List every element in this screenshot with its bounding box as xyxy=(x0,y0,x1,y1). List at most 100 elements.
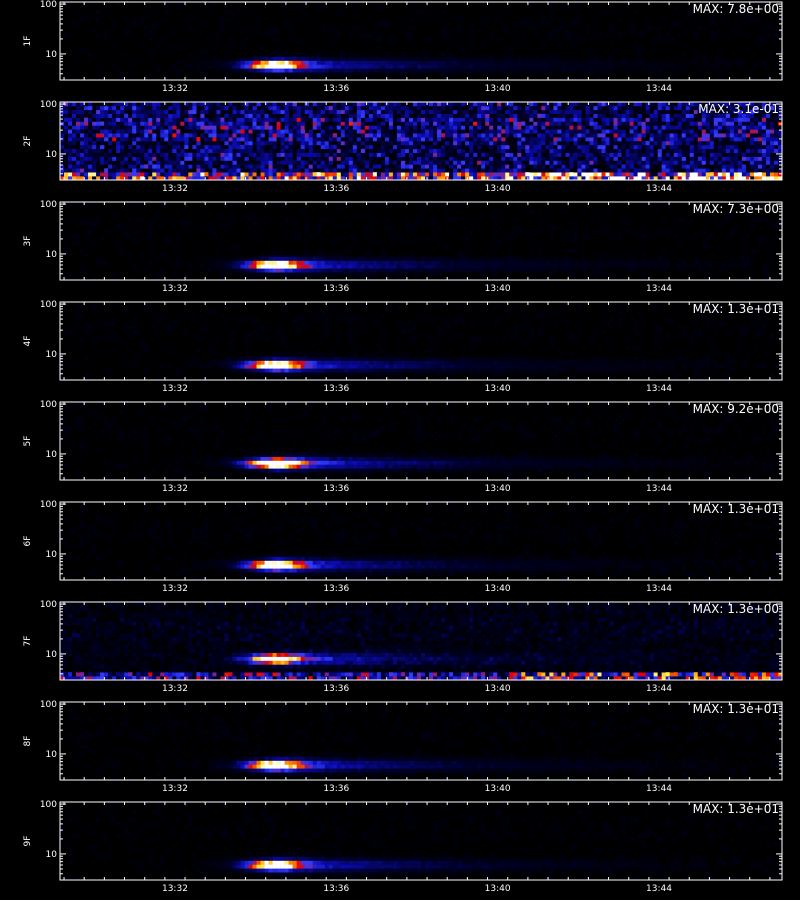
heatmap-cell xyxy=(437,41,442,46)
heatmap-cell xyxy=(144,113,149,118)
heatmap-cell xyxy=(449,72,454,77)
heatmap-cell xyxy=(485,109,490,114)
heatmap-cell xyxy=(264,172,269,177)
heatmap-cell xyxy=(641,129,646,134)
heatmap-cell xyxy=(741,133,747,138)
heatmap-cell xyxy=(384,156,390,161)
heatmap-cell xyxy=(216,41,221,46)
heatmap-cell xyxy=(156,156,161,161)
heatmap-cell xyxy=(517,160,522,165)
heatmap-cell xyxy=(220,152,225,157)
heatmap-cell xyxy=(200,144,205,150)
heatmap-cell xyxy=(725,160,731,165)
heatmap-cell xyxy=(232,168,237,173)
heatmap-cell xyxy=(525,17,530,22)
heatmap-cell xyxy=(412,137,418,142)
heatmap-cell xyxy=(469,164,474,169)
heatmap-cell xyxy=(545,56,550,61)
heatmap-cell xyxy=(300,152,305,157)
heatmap-cell xyxy=(653,41,658,46)
heatmap-cell xyxy=(425,64,430,69)
heatmap-cell xyxy=(312,156,318,161)
heatmap-cell xyxy=(605,121,610,126)
heatmap-cell xyxy=(232,102,237,107)
heatmap-cell xyxy=(589,129,594,134)
heatmap-cell xyxy=(336,121,342,126)
heatmap-cell xyxy=(112,164,117,169)
heatmap-cell xyxy=(773,172,779,177)
heatmap-cell xyxy=(653,156,658,161)
heatmap-cell xyxy=(248,117,253,122)
heatmap-cell xyxy=(477,121,482,126)
heatmap-cell xyxy=(412,141,418,146)
heatmap-cell xyxy=(421,144,426,150)
heatmap-cell xyxy=(272,168,277,173)
heatmap-cell xyxy=(769,172,775,177)
heatmap-cell xyxy=(204,60,209,65)
heatmap-cell xyxy=(509,156,514,161)
heatmap-cell xyxy=(108,133,113,138)
heatmap-cell xyxy=(160,125,165,130)
heatmap-cell xyxy=(124,141,129,146)
heatmap-cell xyxy=(621,109,626,114)
heatmap-cell xyxy=(469,56,474,61)
heatmap-cell xyxy=(545,172,550,177)
heatmap-cell xyxy=(657,133,662,138)
heatmap-cell xyxy=(88,113,93,118)
heatmap-cell xyxy=(176,172,181,177)
heatmap-cell xyxy=(288,133,293,138)
heatmap-cell xyxy=(268,64,273,69)
heatmap-cell xyxy=(477,144,482,150)
heatmap-cell xyxy=(501,37,506,42)
heatmap-cell xyxy=(136,148,141,153)
heatmap-cell xyxy=(749,25,755,30)
heatmap-cell xyxy=(473,102,478,107)
heatmap-cell xyxy=(501,117,506,122)
heatmap-cell xyxy=(677,137,683,142)
heatmap-cell xyxy=(477,113,482,118)
heatmap-cell xyxy=(304,60,309,65)
heatmap-cell xyxy=(304,152,309,157)
heatmap-cell xyxy=(721,156,727,161)
heatmap-cell xyxy=(128,29,133,34)
heatmap-cell xyxy=(673,102,679,107)
heatmap-cell xyxy=(208,121,213,126)
heatmap-cell xyxy=(108,148,113,153)
heatmap-cell xyxy=(168,172,173,177)
heatmap-cell xyxy=(104,133,109,138)
heatmap-cell xyxy=(493,160,498,165)
heatmap-cell xyxy=(92,125,97,130)
heatmap-cell xyxy=(509,60,514,65)
heatmap-cell xyxy=(425,13,430,18)
heatmap-cell xyxy=(665,113,670,118)
heatmap-cell xyxy=(372,64,378,69)
heatmap-cell xyxy=(761,37,767,42)
heatmap-cell xyxy=(404,168,410,173)
heatmap-cell xyxy=(577,148,582,153)
heatmap-cell xyxy=(609,64,614,69)
heatmap-cell xyxy=(328,37,334,42)
heatmap-cell xyxy=(769,133,775,138)
heatmap-cell xyxy=(204,113,209,118)
heatmap-cell xyxy=(497,37,502,42)
heatmap-cell xyxy=(224,125,229,130)
heatmap-cell xyxy=(132,17,137,22)
heatmap-cell xyxy=(188,113,193,118)
heatmap-cell xyxy=(477,29,482,34)
heatmap-cell xyxy=(272,105,277,111)
heatmap-cell xyxy=(408,72,414,77)
heatmap-cell xyxy=(300,56,305,61)
heatmap-cell xyxy=(437,152,442,157)
heatmap-cell xyxy=(360,113,366,118)
heatmap-cell xyxy=(713,168,719,173)
heatmap-cell xyxy=(360,168,366,173)
heatmap-cell xyxy=(533,56,538,61)
heatmap-cell xyxy=(232,133,237,138)
heatmap-cell xyxy=(68,156,73,161)
heatmap-cell xyxy=(148,244,153,250)
heatmap-cell xyxy=(701,121,707,126)
heatmap-cell xyxy=(320,141,326,146)
heatmap-cell xyxy=(569,109,574,114)
heatmap-cell xyxy=(192,117,197,122)
heatmap-cell xyxy=(689,160,695,165)
